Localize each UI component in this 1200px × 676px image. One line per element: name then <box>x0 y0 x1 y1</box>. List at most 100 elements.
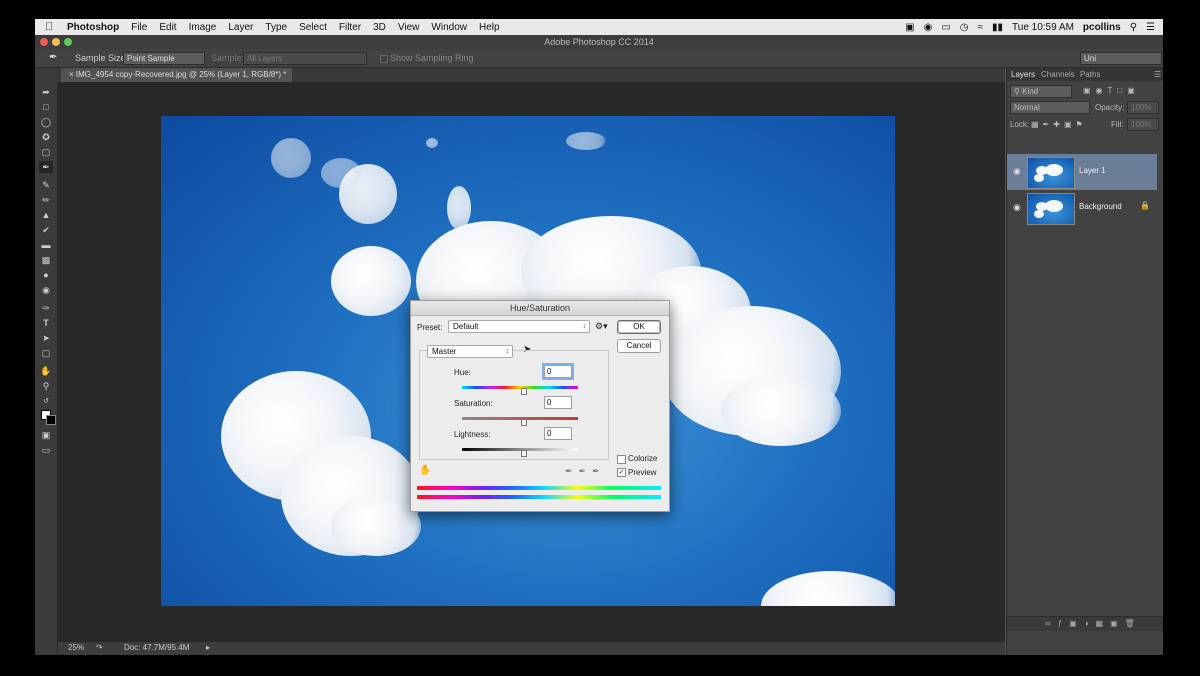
menu-3d[interactable]: 3D <box>373 22 386 33</box>
layer-row-layer-1[interactable]: ◉ Layer 1 <box>1007 154 1157 190</box>
export-icon[interactable]: ↷ <box>96 643 103 652</box>
hue-slider-track[interactable] <box>462 386 578 389</box>
crop-tool-icon[interactable]: ▢ <box>39 146 53 158</box>
sample-size-label: Sample Size: <box>75 53 129 63</box>
menu-list-icon[interactable]: ☰ <box>1146 22 1155 33</box>
eraser-tool-icon[interactable]: ▬ <box>39 239 53 251</box>
menu-edit[interactable]: Edit <box>159 22 176 33</box>
blend-mode-select[interactable]: Normal <box>1010 101 1090 114</box>
menu-layer[interactable]: Layer <box>228 22 253 33</box>
history-brush-tool-icon[interactable]: ✔ <box>39 224 53 236</box>
clock[interactable]: Tue 10:59 AM <box>1012 22 1074 33</box>
notification-icon[interactable]: ▣ <box>905 22 914 33</box>
hue-slider-knob[interactable] <box>521 388 527 395</box>
photoshop-screen:  Photoshop File Edit Image Layer Type S… <box>35 19 1163 655</box>
background-color-swatch[interactable] <box>46 415 56 425</box>
menu-type[interactable]: Type <box>265 22 287 33</box>
cancel-button[interactable]: Cancel <box>617 339 661 353</box>
lightness-slider-track[interactable] <box>462 448 578 451</box>
shape-tool-icon[interactable]: ▢ <box>39 347 53 359</box>
tab-layers[interactable]: Layers <box>1011 70 1035 79</box>
preview-checkbox[interactable]: ✓ <box>617 468 626 477</box>
minimize-window-button[interactable] <box>52 38 60 46</box>
pen-tool-icon[interactable]: ✑ <box>39 302 53 314</box>
swap-colors-icon[interactable]: ↺ <box>39 396 53 408</box>
dodge-tool-icon[interactable]: ◉ <box>39 284 53 296</box>
eyedropper-icons[interactable]: ✒✒✒ <box>565 466 606 477</box>
visibility-eye-icon[interactable]: ◉ <box>1013 202 1021 213</box>
menu-help[interactable]: Help <box>479 22 500 33</box>
hue-input[interactable]: 0 <box>544 365 572 378</box>
close-window-button[interactable] <box>40 38 48 46</box>
sample-select[interactable]: All Layers <box>243 52 367 65</box>
layer-name[interactable]: Background <box>1079 202 1122 211</box>
channel-select[interactable]: Master ↕ <box>427 345 513 358</box>
show-ring-checkbox[interactable] <box>380 55 388 63</box>
saturation-input[interactable]: 0 <box>544 396 572 409</box>
window-title: Adobe Photoshop CC 2014 <box>544 37 654 47</box>
menu-filter[interactable]: Filter <box>339 22 361 33</box>
preset-options-gear-icon[interactable]: ⚙▾ <box>595 321 608 332</box>
zoom-tool-icon[interactable]: ⚲ <box>39 380 53 392</box>
filter-icons[interactable]: ▣◉T□▣ <box>1083 86 1140 95</box>
camera-icon[interactable]: ◉ <box>924 22 933 33</box>
status-menu-arrow-icon[interactable]: ▸ <box>206 643 210 652</box>
tab-channels[interactable]: Channels <box>1041 70 1075 79</box>
hand-tool-icon[interactable]: ✋ <box>39 365 53 377</box>
spotlight-icon[interactable]: ⚲ <box>1130 22 1137 33</box>
tab-paths[interactable]: Paths <box>1080 70 1100 79</box>
airplay-icon[interactable]: ▭ <box>941 22 950 33</box>
stamp-tool-icon[interactable]: ▲ <box>39 209 53 221</box>
menu-image[interactable]: Image <box>189 22 217 33</box>
brush-tool-icon[interactable]: ✏ <box>39 194 53 206</box>
close-tab-icon[interactable]: × <box>69 70 74 79</box>
panel-menu-icon[interactable]: ☰ <box>1154 70 1161 79</box>
saturation-slider-knob[interactable] <box>521 419 527 426</box>
menu-select[interactable]: Select <box>299 22 327 33</box>
targeted-adjustment-hand-icon[interactable]: ✋ <box>419 465 431 476</box>
menu-app[interactable]: Photoshop <box>67 22 119 33</box>
kind-filter-select[interactable]: ⚲ Kind <box>1010 85 1072 98</box>
lightness-slider-knob[interactable] <box>521 450 527 457</box>
lock-icons[interactable]: ▦✒✚▣⚑ <box>1031 120 1087 129</box>
type-tool-icon[interactable]: T <box>39 317 53 329</box>
quick-select-tool-icon[interactable]: ✪ <box>39 131 53 143</box>
doc-size[interactable]: Doc: 47.7M/95.4M <box>124 643 189 652</box>
path-select-tool-icon[interactable]: ➤ <box>39 332 53 344</box>
marquee-tool-icon[interactable]: □ <box>39 101 53 113</box>
lightness-input[interactable]: 0 <box>544 427 572 440</box>
zoom-level[interactable]: 25% <box>68 643 84 652</box>
ok-button[interactable]: OK <box>617 320 661 334</box>
user-name[interactable]: pcollins <box>1083 22 1121 33</box>
layer-row-background[interactable]: ◉ Background 🔒 <box>1007 190 1157 226</box>
apple-icon[interactable]:  <box>45 21 57 33</box>
eyedropper-preset-icon[interactable]: ✒ <box>49 52 57 64</box>
screen-mode-icon[interactable]: ▭ <box>39 444 53 456</box>
saturation-slider-track[interactable] <box>462 417 578 420</box>
menu-view[interactable]: View <box>398 22 420 33</box>
healing-tool-icon[interactable]: ✎ <box>39 179 53 191</box>
move-tool-icon[interactable]: ➦ <box>39 86 53 98</box>
sample-size-select[interactable]: Point Sample <box>123 52 205 65</box>
battery-icon[interactable]: ▮▮ <box>992 22 1003 33</box>
layers-panel-footer: ∞ƒ▣◑▦▣🗑 <box>1007 616 1163 631</box>
opacity-input[interactable]: 100% <box>1127 101 1159 114</box>
menu-window[interactable]: Window <box>431 22 467 33</box>
visibility-eye-icon[interactable]: ◉ <box>1013 166 1021 177</box>
quick-mask-icon[interactable]: ▣ <box>39 429 53 441</box>
layer-name[interactable]: Layer 1 <box>1079 166 1106 175</box>
zoom-window-button[interactable] <box>64 38 72 46</box>
eyedropper-tool-icon[interactable]: ✒ <box>39 161 53 173</box>
blur-tool-icon[interactable]: ● <box>39 269 53 281</box>
lasso-tool-icon[interactable]: ◯ <box>39 116 53 128</box>
workspace-select[interactable]: Uni <box>1080 52 1162 65</box>
preset-select[interactable]: Default ↕ <box>448 320 590 333</box>
wifi-icon[interactable]: ≈ <box>978 22 984 33</box>
menu-file[interactable]: File <box>131 22 147 33</box>
document-tab[interactable]: × IMG_4954 copy-Recovered.jpg @ 25% (Lay… <box>61 68 293 82</box>
layer-action-icons[interactable]: ∞ƒ▣◑▦▣🗑 <box>1045 619 1142 628</box>
gradient-tool-icon[interactable]: ▩ <box>39 254 53 266</box>
colorize-checkbox[interactable] <box>617 455 626 464</box>
time-machine-icon[interactable]: ◷ <box>960 22 969 33</box>
fill-input[interactable]: 100% <box>1127 118 1159 131</box>
